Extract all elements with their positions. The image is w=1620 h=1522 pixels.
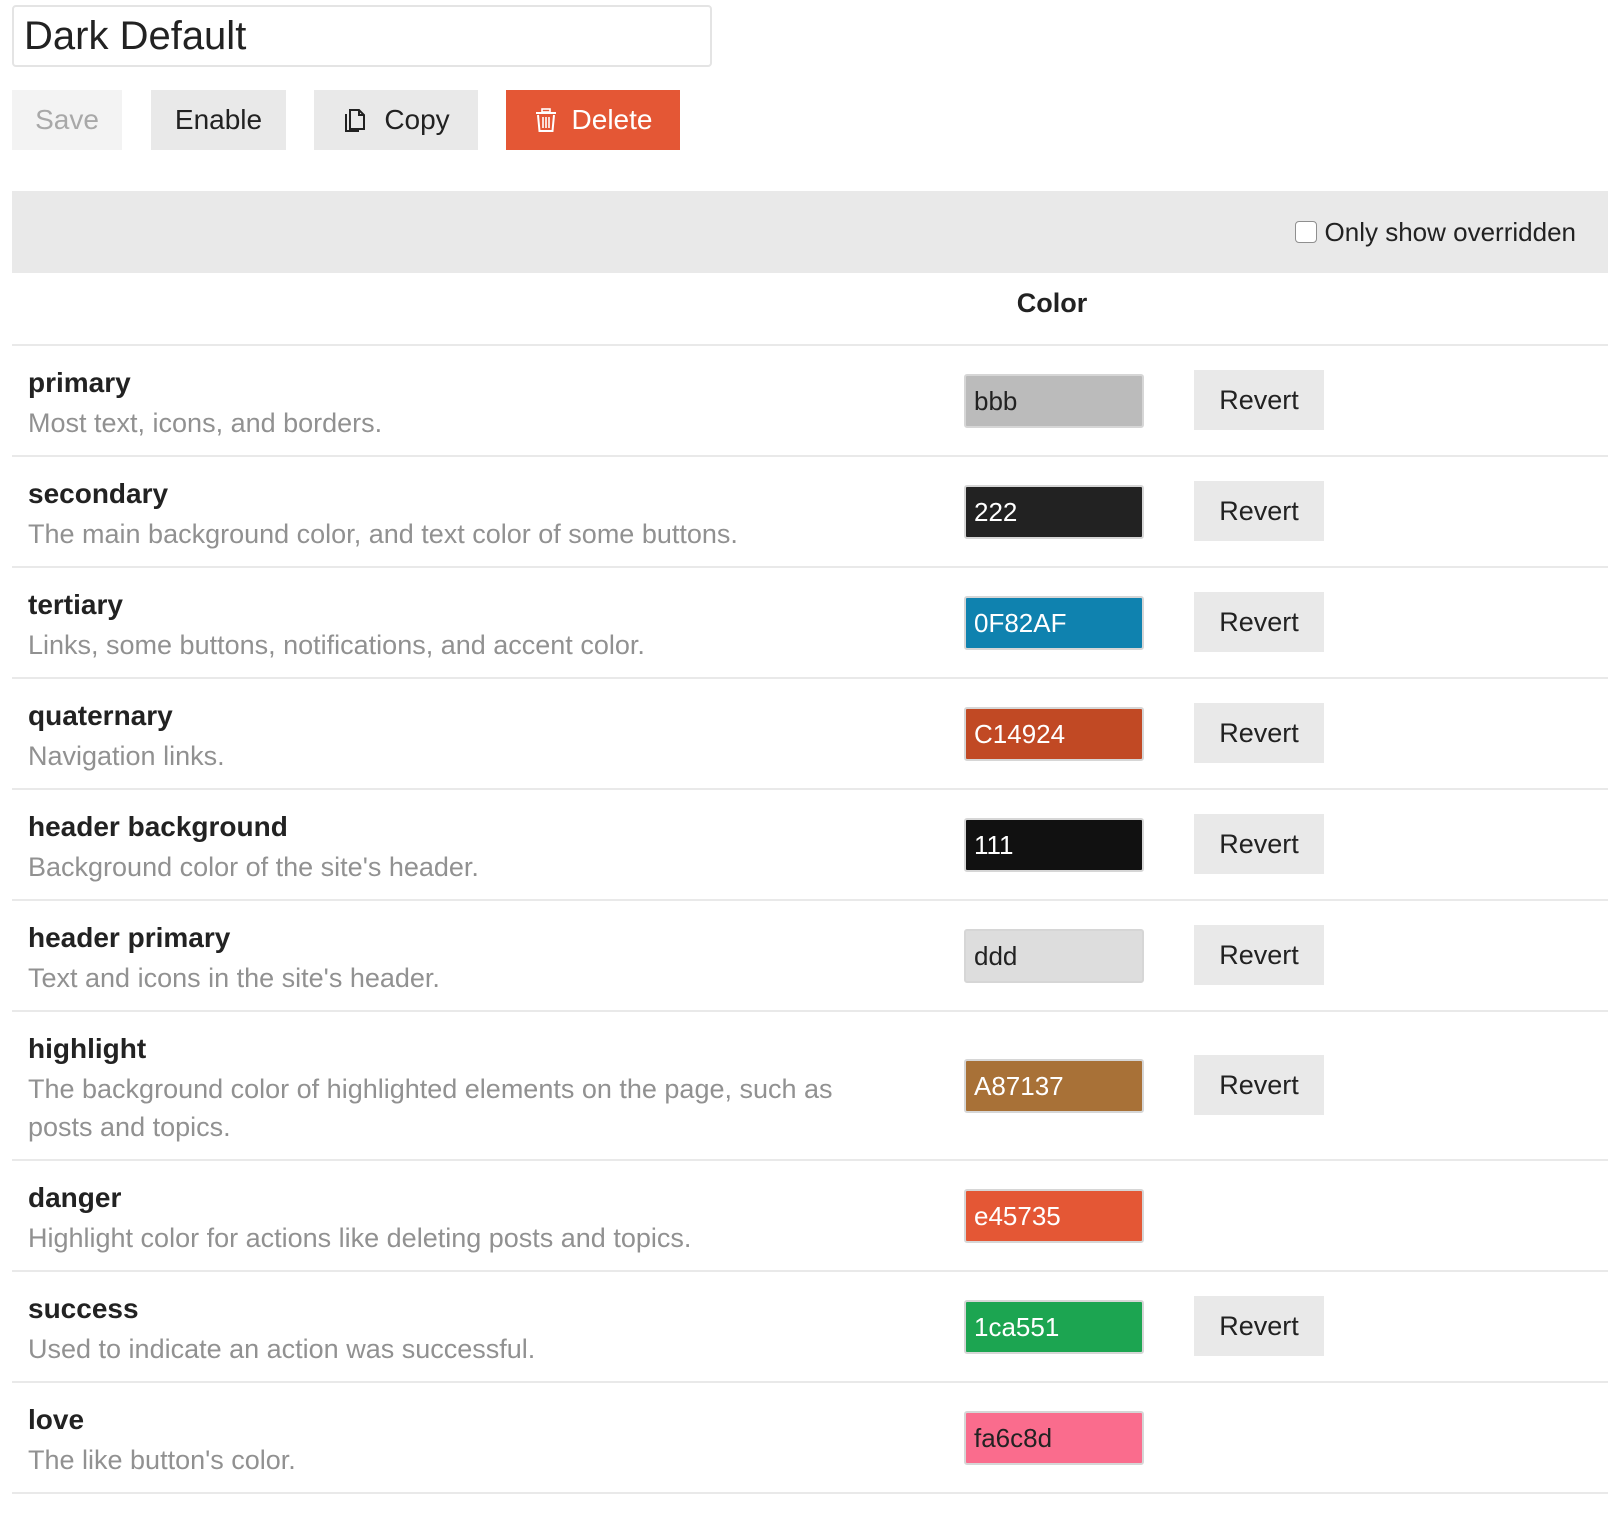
- color-row: success Used to indicate an action was su…: [12, 1272, 1608, 1383]
- color-scheme-editor: Save Enable Copy Delete: [0, 0, 1620, 1522]
- color-value-input[interactable]: 1ca551: [964, 1300, 1144, 1354]
- color-value-input[interactable]: ddd: [964, 929, 1144, 983]
- copy-button-label: Copy: [384, 104, 450, 135]
- color-name: secondary: [28, 478, 169, 509]
- color-row: quaternary Navigation links. C14924 Revert: [12, 679, 1608, 790]
- color-row: primary Most text, icons, and borders. bbb…: [12, 346, 1608, 457]
- color-name: highlight: [28, 1033, 147, 1064]
- color-value-input[interactable]: C14924: [964, 707, 1144, 761]
- color-value-input[interactable]: e45735: [964, 1189, 1144, 1243]
- color-value-input[interactable]: 0F82AF: [964, 596, 1144, 650]
- color-description: Background color of the site's header.: [28, 852, 479, 882]
- revert-button[interactable]: Revert: [1194, 592, 1324, 652]
- filter-bar: Only show overridden: [12, 191, 1608, 273]
- color-row: love The like button's color. fa6c8d: [12, 1383, 1608, 1494]
- only-show-overridden-checkbox[interactable]: [1294, 221, 1317, 243]
- color-name: quaternary: [28, 700, 173, 731]
- color-description: The main background color, and text colo…: [28, 519, 738, 549]
- color-row: danger Highlight color for actions like d…: [12, 1161, 1608, 1272]
- color-row: header primary Text and icons in the site…: [12, 901, 1608, 1012]
- color-description: The like button's color.: [28, 1445, 296, 1475]
- scheme-name-input[interactable]: [12, 5, 712, 67]
- color-value-input[interactable]: bbb: [964, 374, 1144, 428]
- color-description: Highlight color for actions like deletin…: [28, 1223, 692, 1253]
- color-row: tertiary Links, some buttons, notificatio…: [12, 568, 1608, 679]
- color-row: highlight The background color of highlig…: [12, 1012, 1608, 1161]
- revert-button[interactable]: Revert: [1194, 1055, 1324, 1115]
- color-column-header: Color: [1016, 288, 1088, 318]
- delete-button[interactable]: Delete: [506, 90, 680, 150]
- color-value-input[interactable]: 222: [964, 485, 1144, 539]
- color-name: tertiary: [28, 589, 123, 620]
- revert-button[interactable]: Revert: [1194, 481, 1324, 541]
- color-name: header background: [28, 811, 288, 842]
- color-description: Used to indicate an action was successfu…: [28, 1334, 536, 1364]
- color-value-input[interactable]: 111: [964, 818, 1144, 872]
- revert-button[interactable]: Revert: [1194, 1296, 1324, 1356]
- color-description: Text and icons in the site's header.: [28, 963, 440, 993]
- color-description: Links, some buttons, notifications, and …: [28, 630, 645, 660]
- revert-button[interactable]: Revert: [1194, 370, 1324, 430]
- color-name: love: [28, 1404, 85, 1435]
- color-row: header background Background color of the…: [12, 790, 1608, 901]
- color-value-input[interactable]: fa6c8d: [964, 1411, 1144, 1465]
- copy-icon: [342, 106, 370, 134]
- color-name: header primary: [28, 922, 231, 953]
- copy-button[interactable]: Copy: [314, 90, 478, 150]
- revert-button[interactable]: Revert: [1194, 703, 1324, 763]
- color-name: success: [28, 1293, 139, 1324]
- save-button[interactable]: Save: [12, 90, 122, 150]
- color-row: secondary The main background color, and …: [12, 457, 1608, 568]
- delete-button-label: Delete: [571, 104, 653, 135]
- color-value-input[interactable]: A87137: [964, 1059, 1144, 1113]
- enable-button-label: Enable: [174, 104, 263, 135]
- save-button-label: Save: [35, 104, 99, 135]
- only-show-overridden-label: Only show overridden: [1324, 216, 1576, 247]
- enable-button[interactable]: Enable: [151, 90, 286, 150]
- color-name: danger: [28, 1182, 122, 1213]
- color-description: Most text, icons, and borders.: [28, 408, 383, 438]
- color-description: Navigation links.: [28, 741, 225, 771]
- trash-icon: [534, 107, 558, 133]
- revert-button[interactable]: Revert: [1194, 814, 1324, 874]
- color-table: primary Most text, icons, and borders. bbb…: [12, 346, 1608, 1494]
- revert-button[interactable]: Revert: [1194, 925, 1324, 985]
- color-description: The background color of highlighted elem…: [28, 1074, 833, 1142]
- only-show-overridden-toggle[interactable]: Only show overridden: [1294, 191, 1576, 273]
- color-name: primary: [28, 367, 131, 398]
